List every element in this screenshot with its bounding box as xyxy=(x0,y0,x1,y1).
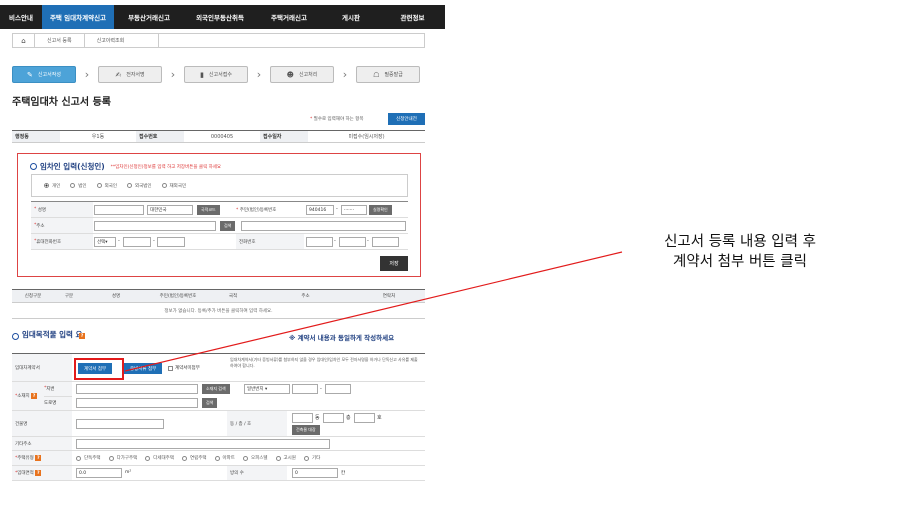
callout-line-2: 계약서 첨부 버튼 클릭 xyxy=(673,254,807,271)
callout-line-1: 신고서 등록 내용 입력 후 xyxy=(664,234,816,250)
instruction-callout: 신고서 등록 내용 입력 후 계약서 첨부 버튼 클릭 xyxy=(620,232,860,273)
